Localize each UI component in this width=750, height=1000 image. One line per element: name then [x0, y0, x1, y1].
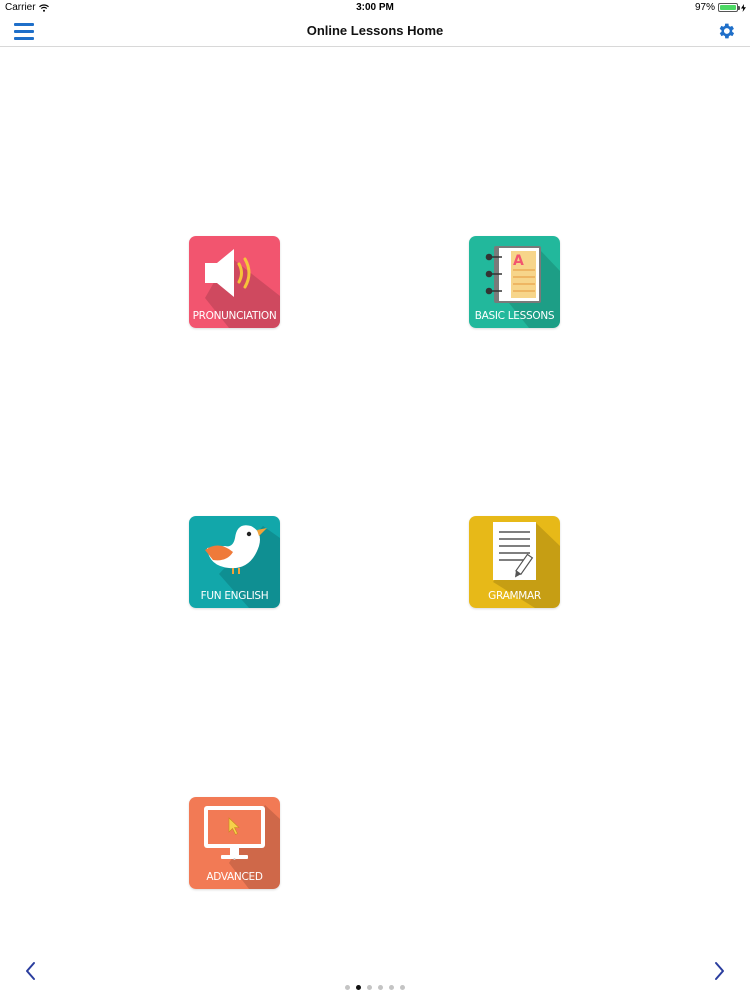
navigation-bar: Online Lessons Home — [0, 16, 750, 47]
fun-english-tile[interactable]: FUN ENGLISH — [189, 516, 280, 608]
screen: Carrier 3:00 PM 97% Online Lessons Home — [0, 0, 750, 1000]
page-dot[interactable] — [400, 985, 405, 990]
page-dot[interactable] — [356, 985, 361, 990]
chevron-right-icon[interactable] — [709, 958, 729, 984]
grammar-tile[interactable]: GRAMMAR — [469, 516, 560, 608]
page-indicator[interactable] — [0, 985, 750, 990]
charging-bolt-icon — [741, 3, 746, 12]
grammar-label: GRAMMAR — [488, 590, 541, 602]
page-dot[interactable] — [378, 985, 383, 990]
page-dot[interactable] — [389, 985, 394, 990]
advanced-label: ADVANCED — [206, 871, 263, 883]
fun-english-label: FUN ENGLISH — [200, 590, 269, 602]
battery-percent: 97% — [694, 2, 715, 13]
advanced-tile[interactable]: ADVANCED — [189, 797, 280, 889]
status-bar: Carrier 3:00 PM 97% — [0, 0, 750, 16]
page-title: Online Lessons Home — [306, 23, 444, 38]
pronunciation-label: PRONUNCIATION — [192, 310, 277, 322]
chevron-left-icon[interactable] — [21, 958, 41, 984]
basic-lessons-tile[interactable]: A BASIC LESSONS — [469, 236, 560, 328]
clock: 3:00 PM — [356, 2, 394, 13]
battery-level — [720, 5, 736, 10]
basic-lessons-label: BASIC LESSONS — [474, 310, 555, 322]
pronunciation-tile[interactable]: PRONUNCIATION — [189, 236, 280, 328]
svg-text:A: A — [513, 253, 524, 269]
battery-icon — [718, 3, 740, 12]
gear-icon[interactable] — [716, 21, 736, 41]
page-dot[interactable] — [367, 985, 372, 990]
page-dot[interactable] — [345, 985, 350, 990]
